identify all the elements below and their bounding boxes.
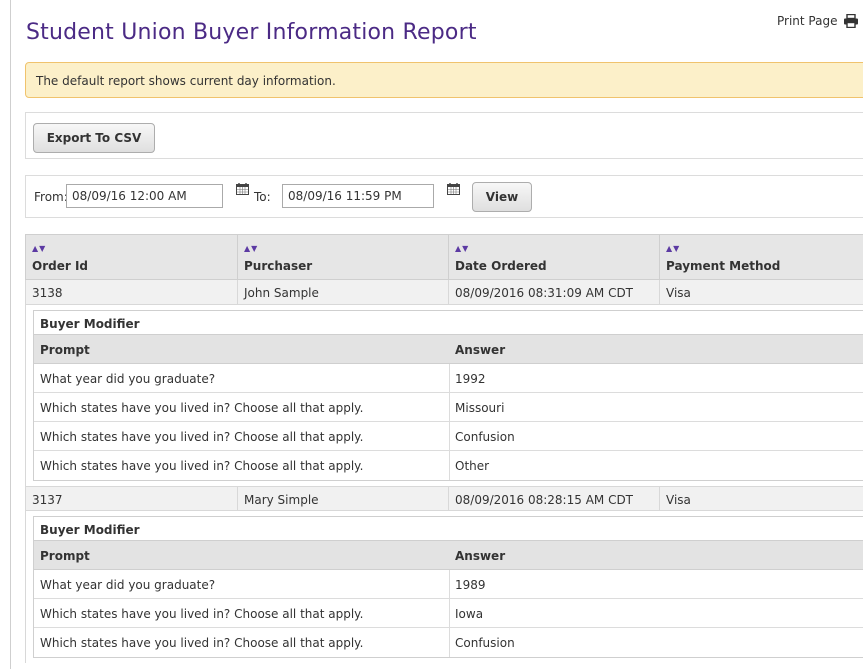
export-panel: Export To CSV [25,112,863,159]
order-id-cell: 3138 [32,286,63,300]
column-label: Purchaser [244,259,313,273]
prompt-cell: Which states have you lived in? Choose a… [40,459,364,473]
to-date-input[interactable]: 08/09/16 11:59 PM [282,184,434,208]
to-calendar-icon[interactable] [447,183,460,198]
to-label: To: [254,190,271,204]
date-ordered-cell: 08/09/2016 08:28:15 AM CDT [448,487,659,512]
sort-arrows-icon[interactable]: ▲▼ [244,244,258,253]
print-page-link[interactable]: Print Page [777,14,859,28]
answer-cell: 1989 [455,578,486,592]
from-date-input[interactable]: 08/09/16 12:00 AM [66,184,223,208]
modifier-row: What year did you graduate? 1989 [34,570,863,599]
buyer-modifier-section: Buyer Modifier Prompt Answer What year d… [25,511,863,663]
prompt-cell: Which states have you lived in? Choose a… [40,430,364,444]
export-csv-button[interactable]: Export To CSV [33,123,155,153]
prompt-header: Prompt [40,549,90,563]
prompt-cell: Which states have you lived in? Choose a… [40,401,364,415]
purchaser-cell: John Sample [237,280,448,305]
column-purchaser[interactable]: ▲▼ Purchaser [237,235,448,281]
buyer-modifier-section: Buyer Modifier Prompt Answer What year d… [25,305,863,486]
answer-cell: Confusion [455,636,515,650]
table-row: 3138 John Sample 08/09/2016 08:31:09 AM … [25,280,863,305]
modifier-row: Which states have you lived in? Choose a… [34,393,863,422]
column-order-id[interactable]: ▲▼ Order Id [26,235,237,281]
sort-arrows-icon[interactable]: ▲▼ [32,244,46,253]
column-label: Payment Method [666,259,781,273]
answer-header: Answer [455,343,506,357]
answer-cell: Missouri [455,401,505,415]
date-ordered-cell: 08/09/2016 08:31:09 AM CDT [448,280,659,305]
from-calendar-icon[interactable] [236,183,249,198]
column-label: Order Id [32,259,88,273]
order-id-cell: 3137 [32,493,63,507]
from-label: From: [34,190,68,204]
orders-table: ▲▼ Order Id ▲▼ Purchaser ▲▼ Date Ordered… [25,234,863,663]
modifier-row: Which states have you lived in? Choose a… [34,451,863,480]
answer-cell: Iowa [455,607,484,621]
buyer-modifier-title: Buyer Modifier [34,517,863,541]
modifier-row: Which states have you lived in? Choose a… [34,422,863,451]
prompt-header: Prompt [40,343,90,357]
date-filter-panel: From: 08/09/16 12:00 AM To: 08/09/16 11:… [25,175,863,218]
view-button[interactable]: View [472,182,532,212]
modifier-row: Which states have you lived in? Choose a… [34,599,863,628]
answer-cell: Confusion [455,430,515,444]
answer-cell: Other [455,459,490,473]
prompt-cell: Which states have you lived in? Choose a… [40,636,364,650]
table-row: 3137 Mary Simple 08/09/2016 08:28:15 AM … [25,486,863,512]
prompt-cell: What year did you graduate? [40,372,216,386]
modifier-row: What year did you graduate? 1992 [34,364,863,393]
answer-cell: 1992 [455,372,486,386]
purchaser-cell: Mary Simple [237,487,448,512]
info-notice: The default report shows current day inf… [25,62,863,98]
table-header: ▲▼ Order Id ▲▼ Purchaser ▲▼ Date Ordered… [25,234,863,281]
print-page-label: Print Page [777,14,838,28]
buyer-modifier-title: Buyer Modifier [34,311,863,335]
payment-method-cell: Visa [659,487,863,512]
modifier-header: Prompt Answer [34,541,863,570]
answer-header: Answer [455,549,506,563]
column-label: Date Ordered [455,259,547,273]
printer-icon [843,14,859,28]
column-date-ordered[interactable]: ▲▼ Date Ordered [448,235,659,281]
sort-arrows-icon[interactable]: ▲▼ [455,244,469,253]
prompt-cell: What year did you graduate? [40,578,216,592]
modifier-header: Prompt Answer [34,335,863,364]
payment-method-cell: Visa [659,280,863,305]
sort-arrows-icon[interactable]: ▲▼ [666,244,680,253]
column-payment-method[interactable]: ▲▼ Payment Method [659,235,863,281]
page-title: Student Union Buyer Information Report [26,20,477,45]
prompt-cell: Which states have you lived in? Choose a… [40,607,364,621]
modifier-row: Which states have you lived in? Choose a… [34,628,863,657]
